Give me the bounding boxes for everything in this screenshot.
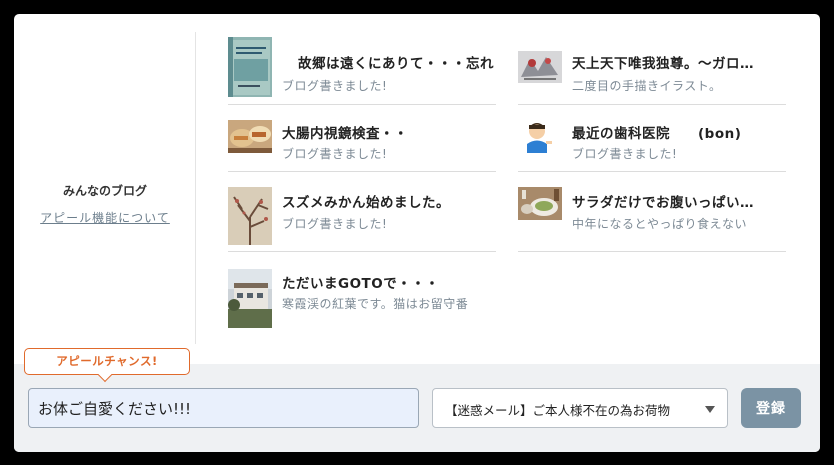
blog-appeal-panel: みんなのブログ アピール機能について 故郷は遠くにありて・・・忘れ ブログ書きま… [14, 14, 820, 452]
blog-item[interactable]: 大腸内視鏡検査・・ ブログ書きました! [228, 105, 496, 172]
blog-subtitle: ブログ書きました! [282, 79, 388, 93]
blog-title: 大腸内視鏡検査・・ [282, 126, 408, 142]
blog-item[interactable]: 天上天下唯我独尊。〜ガロ… 二度目の手描きイラスト。 [518, 28, 786, 105]
blog-title: サラダだけでお腹いっぱい… [572, 195, 754, 211]
blog-subtitle: ブログ書きました! [282, 147, 388, 161]
appeal-select[interactable]: 【迷惑メール】ご本人様不在の為お荷物 [432, 388, 728, 428]
tree-thumbnail [228, 187, 272, 245]
blog-item[interactable]: サラダだけでお腹いっぱい… 中年になるとやっぱり食えない [518, 172, 786, 252]
blog-title: スズメみかん始めました。 [282, 195, 450, 211]
blog-item[interactable]: ただいまGOTOで・・・ 寒霞渓の紅葉です。猫はお留守番 [228, 252, 496, 334]
blog-title: 最近の歯科医院 (bon) [572, 126, 742, 142]
appeal-info-link[interactable]: アピール機能について [14, 209, 196, 226]
blog-item[interactable]: 最近の歯科医院 (bon) ブログ書きました! [518, 105, 786, 172]
blog-subtitle: 中年になるとやっぱり食えない [572, 217, 748, 231]
blog-subtitle: 二度目の手描きイラスト。 [572, 79, 722, 93]
chevron-down-icon [705, 406, 715, 413]
appeal-bar: アピールチャンス! 【迷惑メール】ご本人様不在の為お荷物 登録 [14, 348, 820, 452]
book-cover-thumbnail [228, 37, 272, 97]
appeal-message-input[interactable] [28, 388, 419, 428]
food-thumbnail [228, 120, 272, 153]
avatar-thumbnail [518, 120, 562, 153]
blog-item[interactable]: 故郷は遠くにありて・・・忘れ ブログ書きました! [228, 28, 496, 105]
blog-subtitle: 寒霞渓の紅葉です。猫はお留守番 [282, 297, 469, 311]
illustration-thumbnail [518, 51, 562, 83]
appeal-chance-badge: アピールチャンス! [24, 348, 190, 375]
blog-subtitle: ブログ書きました! [572, 147, 678, 161]
blog-title: 故郷は遠くにありて・・・忘れ [298, 56, 494, 72]
blog-item[interactable]: スズメみかん始めました。 ブログ書きました! [228, 172, 496, 252]
blog-subtitle: ブログ書きました! [282, 217, 388, 231]
blog-title: ただいまGOTOで・・・ [282, 276, 440, 292]
salad-thumbnail [518, 187, 562, 220]
sidebar-title: みんなのブログ [62, 184, 147, 198]
blog-title: 天上天下唯我独尊。〜ガロ… [572, 56, 754, 72]
register-button[interactable]: 登録 [741, 388, 801, 428]
appeal-select-value: 【迷惑メール】ご本人様不在の為お荷物 [445, 403, 671, 418]
building-thumbnail [228, 269, 272, 328]
sidebar: みんなのブログ アピール機能について [14, 32, 196, 344]
